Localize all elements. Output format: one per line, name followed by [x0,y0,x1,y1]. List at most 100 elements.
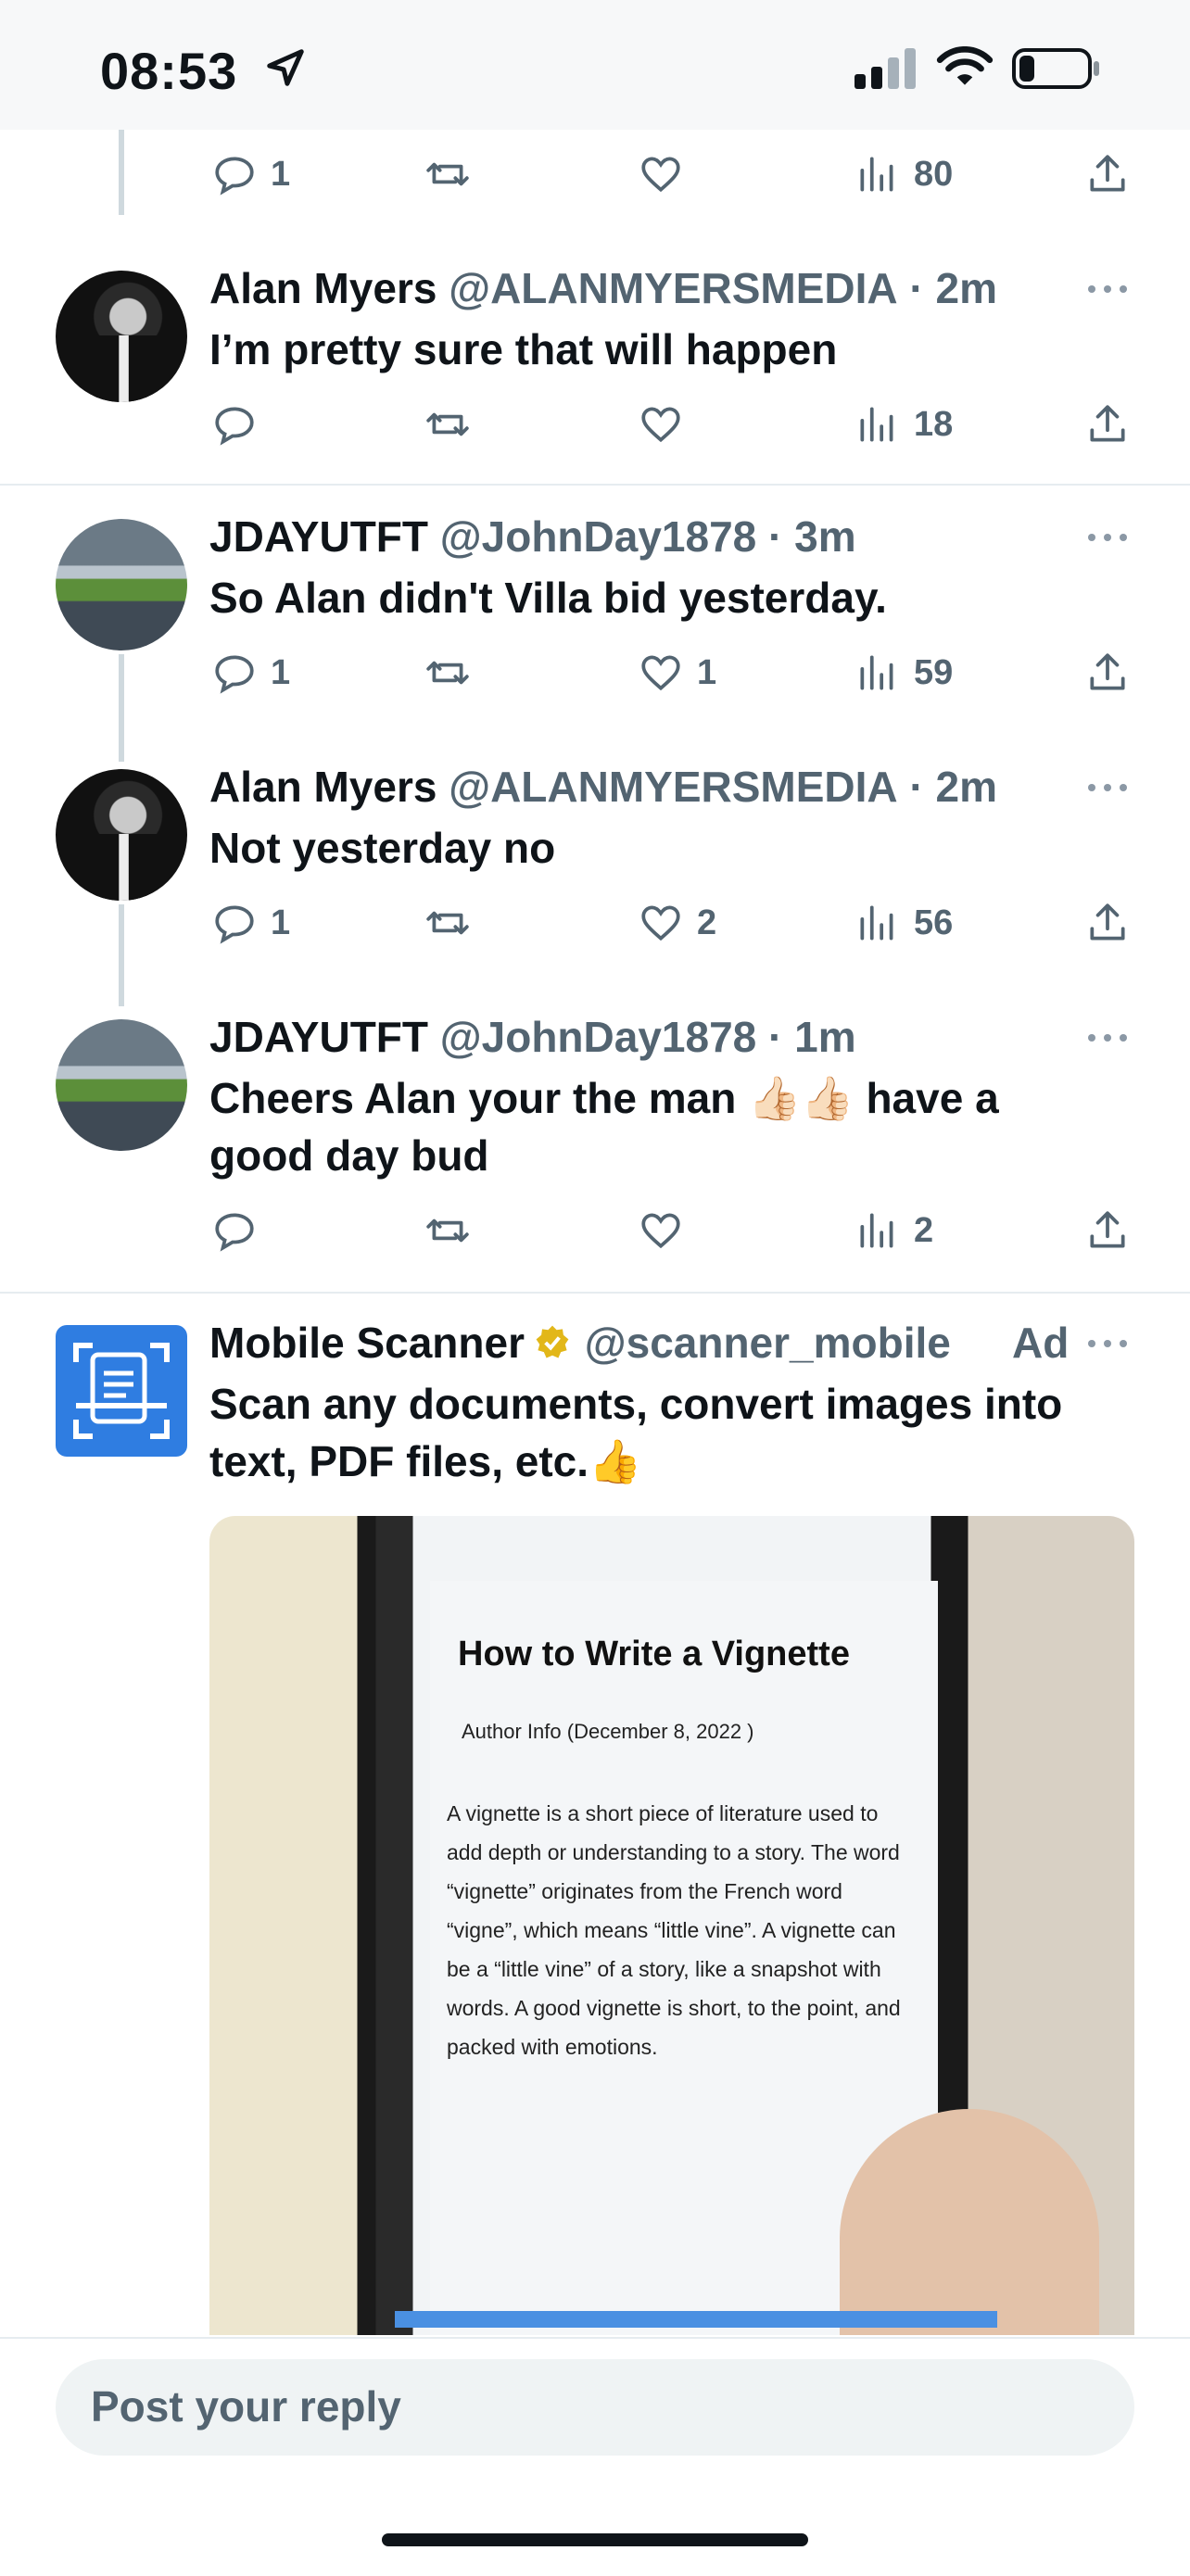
views-icon [860,157,893,192]
like-button[interactable]: 2 [638,895,716,951]
more-options-icon[interactable] [1086,1338,1129,1349]
reply-icon [215,157,254,196]
views-button[interactable]: 18 [855,397,953,452]
scan-line [395,2311,997,2328]
tweet-time: · 3m [768,512,856,561]
retweet-icon [426,911,469,935]
ad-label: Ad [1012,1319,1070,1367]
wifi-icon [936,46,994,85]
views-button[interactable]: 59 [855,645,953,701]
share-icon [1090,653,1125,690]
tweet-text: Cheers Alan your the man 👍🏻👍🏻 have a goo… [209,1069,1136,1184]
views-button[interactable]: 56 [855,895,953,951]
share-button[interactable] [1084,645,1131,701]
tweet-header: JDAYUTFT @JohnDay1878 · 3m [209,511,856,562]
tweet-actions: 18 [0,397,1190,452]
heart-icon [641,905,680,941]
retweet-button[interactable] [424,1203,471,1258]
tweet-text-line: good day bud [209,1131,489,1180]
retweet-button[interactable] [424,895,471,951]
user-handle[interactable]: @JohnDay1878 [440,1013,756,1061]
views-button[interactable]: 2 [855,1203,933,1258]
share-button[interactable] [1084,1203,1131,1258]
tweet-actions: 1 2 56 [0,895,1190,951]
ad-text-line: Scan any documents, convert images into [209,1380,1063,1428]
user-handle[interactable]: @ALANMYERSMEDIA [449,763,897,811]
heart-icon [641,157,680,193]
views-button[interactable]: 80 [855,146,953,202]
tweet-text-line: Cheers Alan your the man 👍🏻👍🏻 have a [209,1074,999,1122]
display-name[interactable]: JDAYUTFT [209,512,428,561]
like-button[interactable] [638,146,684,202]
display-name[interactable]: Alan Myers [209,763,437,811]
user-handle[interactable]: @JohnDay1878 [440,512,756,561]
tweet-text: Not yesterday no [209,824,556,872]
heart-icon [641,1213,680,1249]
views-icon [860,655,893,690]
reply-button[interactable]: 1 [211,146,290,202]
more-options-icon[interactable] [1086,782,1129,793]
tweet-actions: 1 1 59 [0,645,1190,701]
user-handle[interactable]: @ALANMYERSMEDIA [449,264,897,312]
retweet-button[interactable] [424,146,471,202]
retweet-button[interactable] [424,645,471,701]
ad-text: Scan any documents, convert images into … [209,1375,1136,1490]
display-name[interactable]: Mobile Scanner [209,1319,525,1367]
heart-icon [641,407,680,443]
retweet-icon [426,162,469,186]
reply-button[interactable]: 1 [211,895,290,951]
more-options-icon[interactable] [1086,1032,1129,1043]
avatar[interactable] [56,1019,187,1151]
retweet-icon [426,1219,469,1243]
views-icon [860,1213,893,1248]
retweet-button[interactable] [424,397,471,452]
share-button[interactable] [1084,397,1131,452]
tweet-header: Alan Myers @ALANMYERSMEDIA · 2m [209,263,997,313]
display-name[interactable]: Alan Myers [209,264,437,312]
divider [0,1292,1190,1294]
tweet-time: · 2m [909,264,998,312]
more-options-icon[interactable] [1086,284,1129,295]
verified-badge-icon [536,1325,569,1358]
advertiser-logo[interactable] [56,1325,187,1457]
tweet-header: Alan Myers @ALANMYERSMEDIA · 2m [209,762,997,812]
home-indicator[interactable] [382,2533,808,2546]
share-button[interactable] [1084,146,1131,202]
share-icon [1090,903,1125,941]
retweet-icon [426,661,469,685]
tweet-actions: 1 80 [0,146,1190,202]
tweet-actions: 2 [0,1203,1190,1258]
views-icon [860,407,893,442]
share-icon [1090,155,1125,192]
ad-text-line: text, PDF files, etc.👍 [209,1437,642,1485]
reply-icon [215,905,254,944]
tweet-text: So Alan didn't Villa bid yesterday. [209,574,887,622]
divider [0,484,1190,486]
tweet-time: · 2m [909,763,998,811]
views-icon [860,905,893,941]
reply-button[interactable] [211,397,258,452]
document-scan-icon [73,1343,170,1439]
more-options-icon[interactable] [1086,532,1129,543]
display-name[interactable]: JDAYUTFT [209,1013,428,1061]
cellular-signal-icon [855,48,916,89]
share-icon [1090,1211,1125,1248]
like-button[interactable]: 1 [638,645,716,701]
reply-icon [215,655,254,694]
avatar[interactable] [56,271,187,402]
heart-icon [641,655,680,691]
share-button[interactable] [1084,895,1131,951]
document-title: How to Write a Vignette [458,1635,850,1673]
reply-icon [215,1213,254,1252]
avatar[interactable] [56,519,187,650]
reply-button[interactable]: 1 [211,645,290,701]
user-handle[interactable]: @scanner_mobile [585,1319,951,1367]
reply-button[interactable] [211,1203,258,1258]
like-button[interactable] [638,397,684,452]
reply-placeholder[interactable]: Post your reply [91,2381,401,2431]
ad-media[interactable]: How to Write a Vignette Author Info (Dec… [209,1516,1134,2335]
document-meta: Author Info (December 8, 2022 ) [462,1720,754,1743]
like-button[interactable] [638,1203,684,1258]
avatar[interactable] [56,769,187,901]
share-icon [1090,405,1125,442]
